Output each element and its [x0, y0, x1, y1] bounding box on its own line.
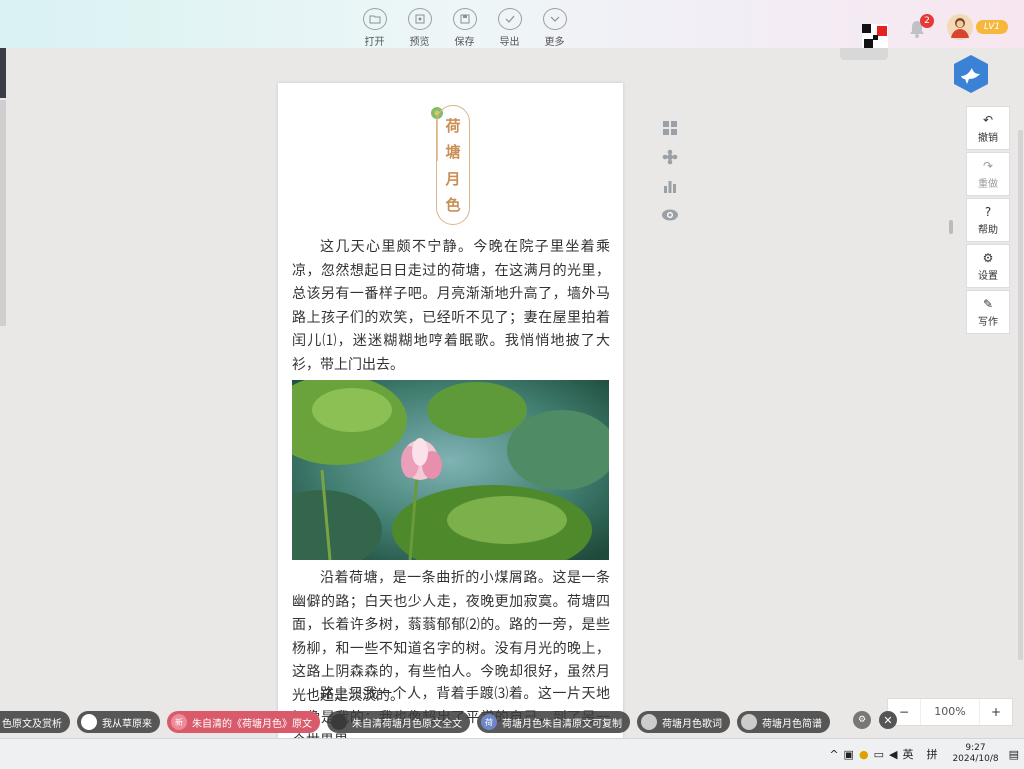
article-page: 荷 塘 月 色 这几天心里颇不宁静。今晚在院子里坐着乘凉，忽然想起日日走过的荷塘…: [278, 83, 623, 743]
folder-icon: [362, 8, 387, 30]
ime-language[interactable]: 英: [902, 746, 913, 762]
save-label: 保存: [454, 37, 475, 48]
write-button[interactable]: ✎ 写作: [966, 290, 1010, 334]
zoom-control: − 100% +: [887, 698, 1013, 726]
more-button[interactable]: 更多: [532, 8, 577, 48]
open-button[interactable]: 打开: [352, 8, 397, 48]
ime-mode[interactable]: 拼: [926, 746, 937, 762]
left-scrollbar[interactable]: [0, 100, 6, 326]
open-label: 打开: [364, 37, 385, 48]
title-char-1: 荷: [445, 116, 461, 135]
more-icon: [542, 8, 567, 30]
clock-date: 2024/10/8: [952, 754, 999, 764]
related-tag[interactable]: 色原文及赏析: [0, 711, 70, 733]
toolbar-tools: 打开 预览 保存 导出 更多: [352, 8, 577, 48]
help-button[interactable]: ? 帮助: [966, 198, 1010, 242]
avatar[interactable]: [947, 14, 973, 40]
tag-dot-icon: [81, 714, 97, 730]
help-label: 帮助: [978, 224, 998, 236]
save-icon: [452, 8, 477, 30]
related-tag[interactable]: 荷塘月色歌词: [637, 711, 730, 733]
bar-chart-icon[interactable]: [660, 176, 680, 196]
right-scrollbar[interactable]: [1018, 130, 1023, 660]
undo-icon: ↶: [982, 112, 994, 127]
write-label: 写作: [978, 316, 998, 328]
title-char-2: 塘: [445, 143, 461, 162]
level-badge: LV1: [976, 20, 1008, 34]
related-tag-label: 我从草原来: [102, 718, 152, 730]
related-tag-label: 色原文及赏析: [2, 718, 62, 730]
export-label: 导出: [499, 37, 520, 48]
security-icon[interactable]: ●: [859, 748, 869, 761]
zoom-level: 100%: [920, 699, 980, 725]
settings-label: 设置: [978, 270, 998, 282]
tag-dot-icon: [741, 714, 757, 730]
related-tag[interactable]: 荷 荷塘月色朱自清原文可复制: [477, 711, 630, 733]
redo-label: 重做: [978, 178, 998, 190]
qr-tab: [840, 48, 888, 60]
flower-icon[interactable]: [660, 147, 680, 167]
chevron-up-icon[interactable]: ^: [829, 748, 838, 761]
undo-label: 撤销: [978, 132, 998, 144]
related-tag-label: 荷塘月色朱自清原文可复制: [502, 718, 622, 730]
article-title: 荷 塘 月 色: [436, 105, 470, 225]
related-tag-label: 朱自清的《荷塘月色》原文: [192, 718, 312, 730]
related-tag-label: 朱自清荷塘月色原文全文: [352, 718, 462, 730]
right-panel: ↶ 撤销 ↷ 重做 ? 帮助 ⚙ 设置 ✎ 写作: [966, 106, 1010, 336]
title-char-4: 色: [445, 196, 461, 215]
scroll-indicator: [949, 220, 953, 234]
qr-code-icon[interactable]: [862, 24, 888, 50]
lotus-badge: 荷: [481, 714, 497, 730]
new-badge: 新: [171, 714, 187, 730]
export-button[interactable]: 导出: [487, 8, 532, 48]
redo-button[interactable]: ↷ 重做: [966, 152, 1010, 196]
left-edge-strip: [0, 48, 6, 98]
preview-button[interactable]: 预览: [397, 8, 442, 48]
related-tag[interactable]: 我从草原来: [77, 711, 160, 733]
related-tag-label: 荷塘月色歌词: [662, 718, 722, 730]
clock-time: 9:27: [965, 743, 986, 753]
preview-label: 预览: [409, 37, 430, 48]
more-label: 更多: [544, 37, 565, 48]
redo-icon: ↷: [982, 158, 994, 173]
related-tag[interactable]: 新 朱自清的《荷塘月色》原文: [167, 711, 320, 733]
related-tag-label: 荷塘月色简谱: [762, 718, 822, 730]
bird-logo-icon[interactable]: [951, 54, 991, 94]
export-icon: [497, 8, 522, 30]
title-char-3: 月: [445, 169, 461, 188]
speaker-icon[interactable]: ◀: [889, 748, 897, 761]
battery-icon[interactable]: ▭: [874, 748, 884, 761]
side-tools: [660, 118, 682, 234]
portrait-icon: [331, 714, 347, 730]
help-icon: ?: [984, 204, 992, 219]
notification-center-icon[interactable]: ▤: [1009, 748, 1019, 761]
undo-button[interactable]: ↶ 撤销: [966, 106, 1010, 150]
eye-icon[interactable]: [660, 205, 680, 225]
pen-icon: ✎: [982, 296, 994, 311]
zoom-in-button[interactable]: +: [980, 699, 1012, 725]
system-tray: ^ ▣ ● ▭ ◀ 英 拼 9:27 2024/10/8 ▤: [829, 739, 1024, 769]
taskbar: ^ ▣ ● ▭ ◀ 英 拼 9:27 2024/10/8 ▤: [0, 738, 1024, 769]
notification-badge: 2: [920, 14, 934, 28]
settings-button[interactable]: ⚙ 设置: [966, 244, 1010, 288]
save-button[interactable]: 保存: [442, 8, 487, 48]
paragraph-1[interactable]: 这几天心里颇不宁静。今晚在院子里坐着乘凉，忽然想起日日走过的荷塘，在这满月的光里…: [292, 236, 610, 377]
layout-grid-icon[interactable]: [660, 118, 680, 138]
gear-icon: ⚙: [982, 250, 994, 265]
tags-settings-button[interactable]: ⚙: [853, 711, 871, 729]
preview-icon: [407, 8, 432, 30]
tags-close-button[interactable]: ✕: [879, 711, 897, 729]
related-search-tags: 色原文及赏析 我从草原来 新 朱自清的《荷塘月色》原文 朱自清荷塘月色原文全文 …: [0, 711, 837, 733]
clock[interactable]: 9:27 2024/10/8: [952, 743, 998, 765]
network-icon[interactable]: ▣: [844, 748, 854, 761]
related-tag[interactable]: 荷塘月色简谱: [737, 711, 830, 733]
related-tag[interactable]: 朱自清荷塘月色原文全文: [327, 711, 470, 733]
lotus-photo[interactable]: [292, 380, 609, 560]
tag-dot-icon: [641, 714, 657, 730]
